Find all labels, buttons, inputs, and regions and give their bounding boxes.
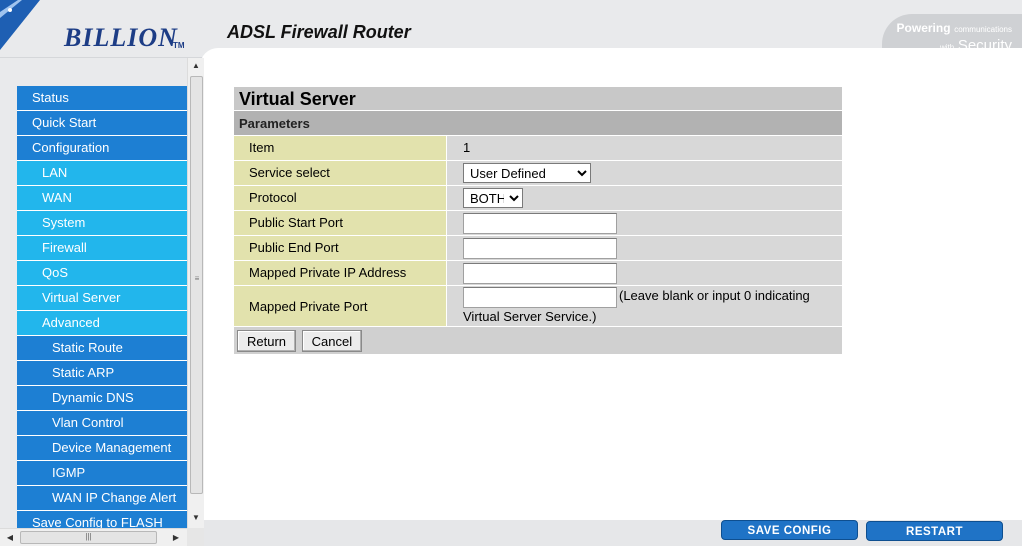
item-row: Item 1 [234, 136, 842, 161]
sidebar: Status Quick Start Configuration LAN WAN Syst… [0, 58, 204, 546]
sidebar-item-advanced[interactable]: Advanced [17, 311, 187, 336]
item-label: Item [234, 136, 447, 160]
vertical-scroll-thumb[interactable]: ≡ [190, 76, 203, 494]
public-start-port-input[interactable] [463, 213, 617, 234]
mapped-private-ip-input[interactable] [463, 263, 617, 284]
tagline-communications: communications [954, 25, 1012, 34]
section-header: Parameters [234, 111, 842, 136]
scroll-down-arrow-icon[interactable]: ▼ [188, 510, 204, 526]
public-end-port-row: Public End Port [234, 236, 842, 261]
protocol-dropdown[interactable]: BOTH [463, 188, 523, 208]
sidebar-item-igmp[interactable]: IGMP [17, 461, 187, 486]
public-end-port-label: Public End Port [234, 236, 447, 260]
scroll-right-arrow-icon[interactable]: ▶ [168, 529, 184, 546]
sidebar-item-lan[interactable]: LAN [17, 161, 187, 186]
sidebar-vertical-scrollbar[interactable]: ▲ ≡ ▼ [187, 58, 204, 528]
virtual-server-form: Virtual Server Parameters Item 1 Service… [234, 87, 842, 354]
service-select-label: Service select [234, 161, 447, 185]
sidebar-item-virtual-server[interactable]: Virtual Server [17, 286, 187, 311]
sidebar-horizontal-scrollbar[interactable]: ◀ ||| ▶ [0, 528, 204, 546]
mapped-private-port-input[interactable] [463, 287, 617, 308]
mapped-port-row: Mapped Private Port (Leave blank or inpu… [234, 286, 842, 327]
service-select-dropdown[interactable]: User Defined [463, 163, 591, 183]
service-select-row: Service select User Defined [234, 161, 842, 186]
sidebar-item-dynamic-dns[interactable]: Dynamic DNS [17, 386, 187, 411]
return-button[interactable]: Return [237, 330, 297, 352]
corner-swoosh-icon [0, 0, 40, 50]
scroll-grip-icon: ≡ [194, 274, 200, 283]
sidebar-item-wan-ip-change-alert[interactable]: WAN IP Change Alert [17, 486, 187, 511]
scroll-left-arrow-icon[interactable]: ◀ [2, 529, 18, 546]
sidebar-item-firewall[interactable]: Firewall [17, 236, 187, 261]
cancel-button[interactable]: Cancel [301, 330, 363, 352]
sidebar-item-static-arp[interactable]: Static ARP [17, 361, 187, 386]
logo-trademark: TM [173, 41, 185, 50]
sidebar-item-system[interactable]: System [17, 211, 187, 236]
scrollbar-corner [187, 528, 204, 546]
save-config-button[interactable]: SAVE CONFIG [721, 520, 858, 540]
public-start-port-label: Public Start Port [234, 211, 447, 235]
sidebar-item-device-management[interactable]: Device Management [17, 436, 187, 461]
sidebar-item-status[interactable]: Status [17, 86, 187, 111]
tagline-powering: Powering [896, 21, 951, 35]
page-title: Virtual Server [234, 87, 842, 111]
public-end-port-input[interactable] [463, 238, 617, 259]
mapped-private-port-label: Mapped Private Port [234, 286, 447, 326]
mapped-private-ip-label: Mapped Private IP Address [234, 261, 447, 285]
billion-logo: BILLION [64, 23, 178, 52]
sidebar-item-configuration[interactable]: Configuration [17, 136, 187, 161]
public-start-port-row: Public Start Port [234, 211, 842, 236]
protocol-row: Protocol BOTH [234, 186, 842, 211]
sidebar-nav: Status Quick Start Configuration LAN WAN Syst… [17, 86, 187, 538]
item-value: 1 [447, 136, 842, 160]
form-buttons: Return Cancel [234, 327, 842, 354]
mapped-ip-row: Mapped Private IP Address [234, 261, 842, 286]
scroll-up-arrow-icon[interactable]: ▲ [188, 58, 204, 74]
product-title: ADSL Firewall Router [227, 22, 411, 42]
footer-bar: SAVE CONFIG RESTART [204, 520, 1022, 546]
sidebar-item-wan[interactable]: WAN [17, 186, 187, 211]
sidebar-item-static-route[interactable]: Static Route [17, 336, 187, 361]
horizontal-scroll-thumb[interactable]: ||| [20, 531, 157, 544]
protocol-label: Protocol [234, 186, 447, 210]
sidebar-item-qos[interactable]: QoS [17, 261, 187, 286]
restart-button[interactable]: RESTART [866, 521, 1003, 541]
sidebar-item-vlan-control[interactable]: Vlan Control [17, 411, 187, 436]
sidebar-item-quick-start[interactable]: Quick Start [17, 111, 187, 136]
